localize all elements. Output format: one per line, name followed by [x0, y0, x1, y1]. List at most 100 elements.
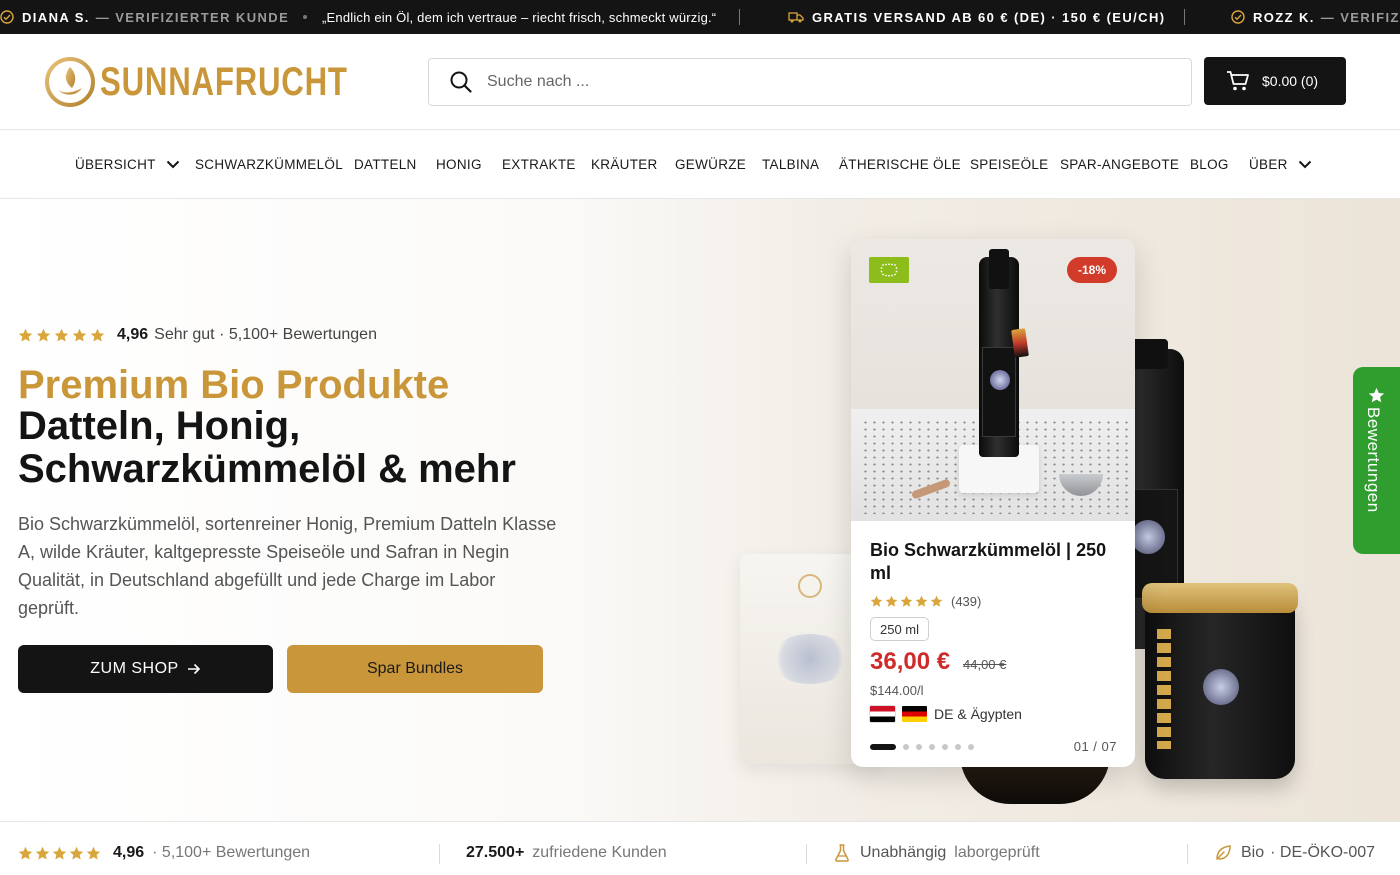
nav-item-datteln[interactable]: DATTELN — [354, 130, 417, 199]
marquee-divider — [1184, 9, 1185, 25]
bio-text: · DE-ÖKO-007 — [1270, 844, 1376, 861]
star-icon — [86, 846, 101, 859]
nav-item-ueber[interactable]: ÜBER — [1249, 130, 1312, 199]
discount-badge: -18% — [1067, 257, 1117, 283]
reviewer-name: DIANA S. — [22, 9, 90, 25]
cart-icon — [1227, 71, 1249, 91]
carousel-dot[interactable] — [903, 744, 909, 750]
marquee-review-1: DIANA S. — VERIFIZIERTER KUNDE — [0, 0, 289, 34]
shop-button-label: ZUM SHOP — [90, 660, 179, 677]
review-count: (439) — [951, 594, 982, 609]
nav-item-spar-angebote[interactable]: SPAR-ANGEBOTE — [1060, 130, 1179, 199]
trust-bio-certified: Bio · DE-ÖKO-007 — [1214, 822, 1375, 875]
rating-score: 4,96 — [117, 326, 149, 343]
carousel-dot[interactable] — [942, 744, 948, 750]
site-header: SUNNAFRUCHT $0.00 (0) — [0, 34, 1400, 130]
star-icon — [18, 846, 33, 859]
cart-total: $0.00 (0) — [1262, 73, 1319, 89]
announcement-bar: DIANA S. — VERIFIZIERTER KUNDE „Endlich … — [0, 0, 1400, 34]
carousel-dot[interactable] — [968, 744, 974, 750]
search-input[interactable] — [487, 73, 1127, 91]
nav-item-blog[interactable]: BLOG — [1190, 130, 1229, 199]
star-icon — [885, 595, 898, 607]
main-navigation: ÜBERSICHT SCHWARZKÜMMELÖL DATTELN HONIG … — [0, 130, 1400, 199]
trust-bar: 4,96 · 5,100+ Bewertungen 27.500+ zufrie… — [0, 821, 1400, 875]
reviews-tab-label: Bewertungen — [1364, 407, 1383, 513]
shipping-text: GRATIS VERSAND AB 60 € (DE) · 150 € (EU/… — [812, 9, 1166, 25]
star-rating — [18, 328, 105, 343]
egypt-flag-icon — [870, 706, 895, 722]
nav-item-uebersicht[interactable]: ÜBERSICHT — [75, 130, 180, 199]
hero-title: Datteln, Honig, Schwarzkümmelöl & mehr — [18, 404, 516, 491]
trust-rating-text: · 5,100+ Bewertungen — [152, 844, 311, 861]
nav-item-kraeuter[interactable]: KRÄUTER — [591, 130, 658, 199]
nav-item-speiseoele[interactable]: SPEISEÖLE — [970, 130, 1049, 199]
star-icon — [69, 846, 84, 859]
carousel-dot[interactable] — [955, 744, 961, 750]
customers-text: zufriedene Kunden — [532, 844, 667, 861]
hero-description: Bio Schwarzkümmelöl, sortenreiner Honig,… — [18, 514, 557, 618]
trust-rating: 4,96 · 5,100+ Bewertungen — [18, 822, 310, 875]
bundles-button[interactable]: Spar Bundles — [287, 645, 543, 693]
nav-item-gewuerze[interactable]: GEWÜRZE — [675, 130, 746, 199]
trust-customers: 27.500+ zufriedene Kunden — [466, 822, 667, 875]
marquee-quote: „Endlich ein Öl, dem ich vertraue – riec… — [322, 9, 717, 25]
nav-label: ÜBER — [1249, 157, 1288, 172]
hero-title-highlight: Premium Bio Produkte — [18, 363, 450, 407]
trust-divider — [806, 844, 807, 864]
honey-jar-image — [1142, 583, 1298, 779]
size-option[interactable]: 250 ml — [870, 617, 930, 641]
carousel-dot[interactable] — [870, 744, 896, 750]
slide-counter: 01 / 07 — [1073, 739, 1117, 754]
star-icon — [915, 595, 928, 607]
nav-item-aetherische-oele[interactable]: ÄTHERISCHE ÖLE — [839, 130, 961, 199]
nav-item-schwarzkuemmeloel[interactable]: SCHWARZKÜMMELÖL — [195, 130, 343, 199]
hero-rating: 4,96 Sehr gut · 5,100+ Bewertungen — [18, 326, 377, 344]
nav-item-honig[interactable]: HONIG — [436, 130, 482, 199]
star-icon — [930, 595, 943, 607]
carousel-dot[interactable] — [929, 744, 935, 750]
lab-strong: Unabhängig — [860, 844, 947, 861]
reviewer-tag: — VERIFIZIERTER KUNDE — [95, 9, 290, 25]
marquee-shipping: GRATIS VERSAND AB 60 € (DE) · 150 € (EU/… — [788, 0, 1165, 34]
verified-check-icon — [0, 10, 14, 24]
origin-text: DE & Ägypten — [934, 706, 1022, 722]
star-rating — [870, 595, 943, 608]
star-icon — [1368, 387, 1385, 403]
chevron-down-icon — [166, 160, 179, 169]
search-bar[interactable] — [428, 58, 1192, 106]
cart-button[interactable]: $0.00 (0) — [1204, 57, 1346, 105]
shop-button[interactable]: ZUM SHOP — [18, 645, 273, 693]
reviews-side-tab[interactable]: Bewertungen — [1353, 367, 1400, 554]
product-title[interactable]: Bio Schwarzkümmelöl | 250 ml — [870, 539, 1120, 585]
star-icon — [90, 328, 105, 341]
leaf-icon — [1216, 845, 1231, 860]
eu-organic-leaf-icon — [880, 263, 898, 277]
nav-label: ÜBERSICHT — [75, 157, 156, 172]
brand-logo[interactable]: SUNNAFRUCHT — [44, 56, 418, 108]
star-icon — [54, 328, 69, 341]
reviewer-name: ROZZ K. — [1253, 9, 1315, 25]
flask-icon — [835, 844, 849, 862]
logo-emblem-icon — [45, 57, 95, 107]
rating-text: Sehr gut · 5,100+ Bewertungen — [154, 326, 377, 343]
nav-item-extrakte[interactable]: EXTRAKTE — [502, 130, 576, 199]
lab-text: laborgeprüft — [954, 844, 1040, 861]
star-icon — [35, 846, 50, 859]
original-price: 44,00 € — [963, 657, 1007, 672]
nav-item-talbina[interactable]: TALBINA — [762, 130, 819, 199]
product-card[interactable]: -18% Bio Schwarzkümmelöl | 250 ml (439) … — [851, 239, 1135, 767]
carousel-dot[interactable] — [916, 744, 922, 750]
trust-divider — [439, 844, 440, 864]
arrow-right-icon — [187, 663, 200, 675]
customers-count: 27.500+ — [466, 844, 525, 861]
germany-flag-icon — [902, 706, 927, 722]
star-icon — [36, 328, 51, 341]
carousel-pagination[interactable] — [870, 744, 974, 750]
brand-name: SUNNAFRUCHT — [100, 59, 348, 104]
star-icon — [72, 328, 87, 341]
search-icon — [450, 71, 472, 93]
unit-price: $144.00/l — [870, 683, 924, 698]
star-rating — [18, 846, 101, 861]
reviewer-tag: — VERIFIZ — [1320, 9, 1400, 25]
